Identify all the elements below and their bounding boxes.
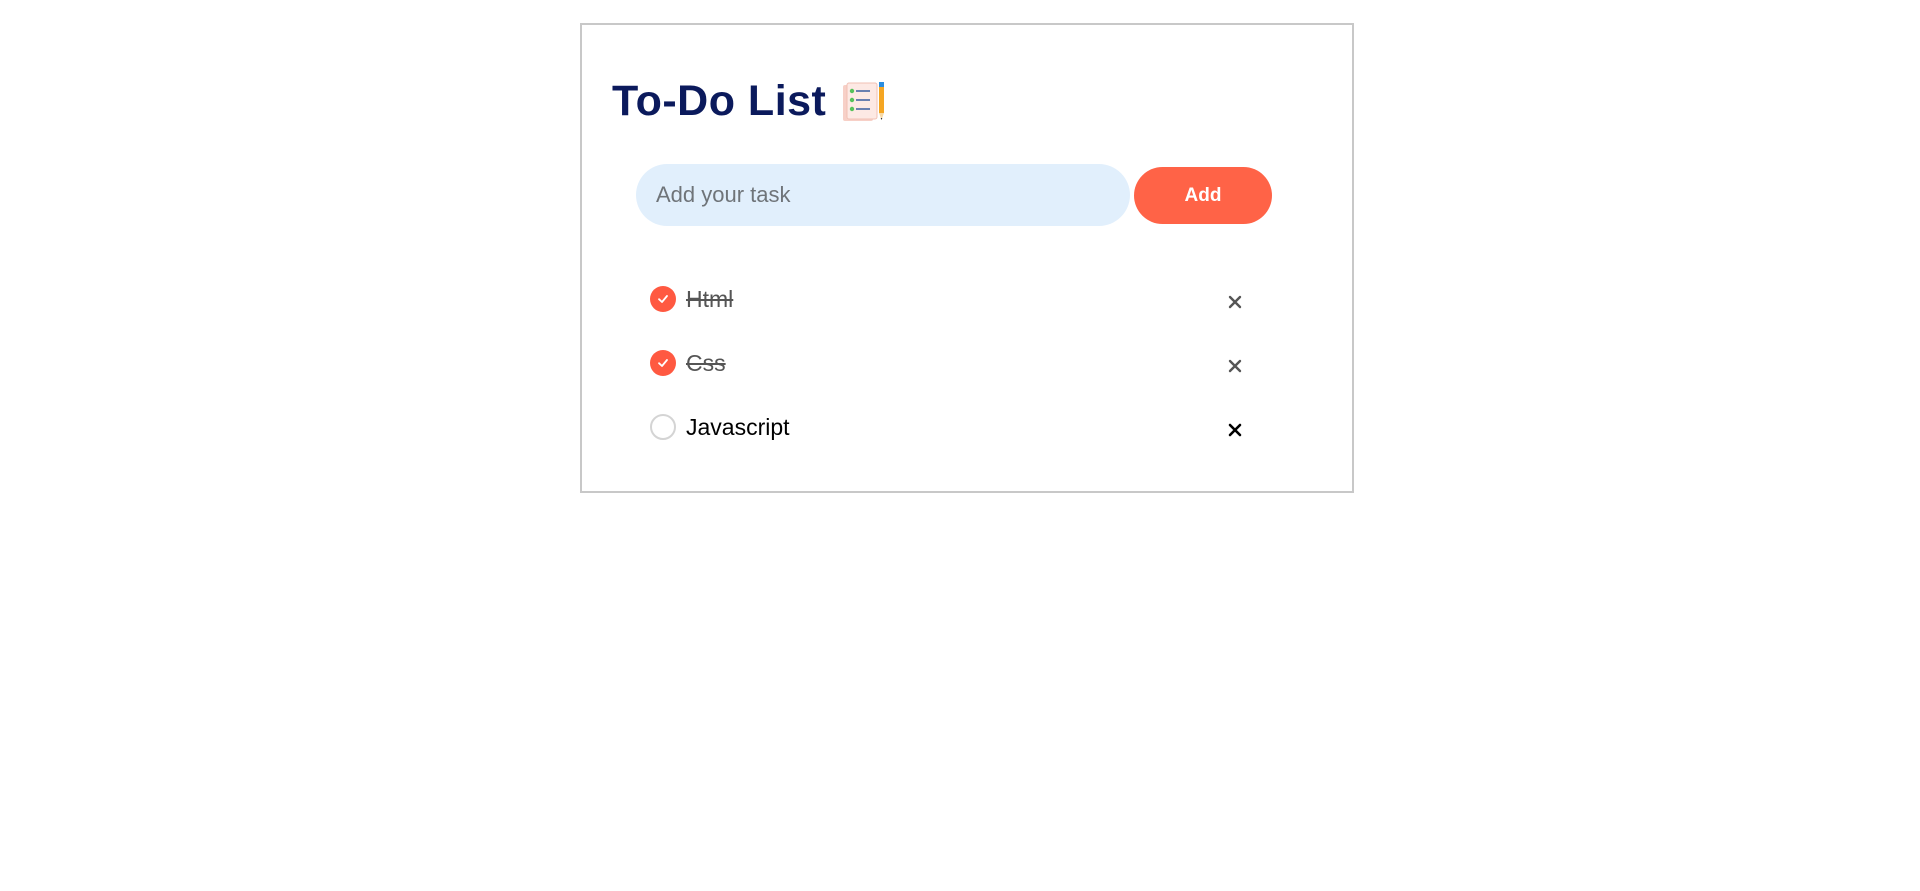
checklist-notepad-pencil-icon bbox=[840, 81, 886, 123]
task-input[interactable] bbox=[636, 164, 1130, 226]
unchecked-checkbox-icon[interactable] bbox=[650, 414, 676, 440]
header: To-Do List bbox=[612, 77, 886, 126]
checked-checkbox-icon[interactable] bbox=[650, 286, 676, 312]
checked-checkbox-icon[interactable] bbox=[650, 350, 676, 376]
task-item[interactable]: Css bbox=[650, 347, 1250, 411]
todo-card: To-Do List Add your task Add Html Css Ja… bbox=[580, 23, 1354, 493]
close-icon[interactable] bbox=[1222, 353, 1248, 379]
task-label: Css bbox=[686, 350, 726, 376]
task-item[interactable]: Javascript bbox=[650, 411, 1250, 475]
page-title: To-Do List bbox=[612, 77, 827, 125]
add-button[interactable]: Add bbox=[1134, 167, 1272, 224]
add-task-row: Add bbox=[636, 164, 1272, 226]
task-label: Html bbox=[686, 286, 734, 312]
close-icon[interactable] bbox=[1222, 289, 1248, 315]
task-item[interactable]: Html bbox=[650, 283, 1250, 347]
close-icon[interactable] bbox=[1222, 417, 1248, 443]
task-list: Html Css Javascript bbox=[650, 283, 1250, 475]
task-label: Javascript bbox=[686, 414, 790, 440]
